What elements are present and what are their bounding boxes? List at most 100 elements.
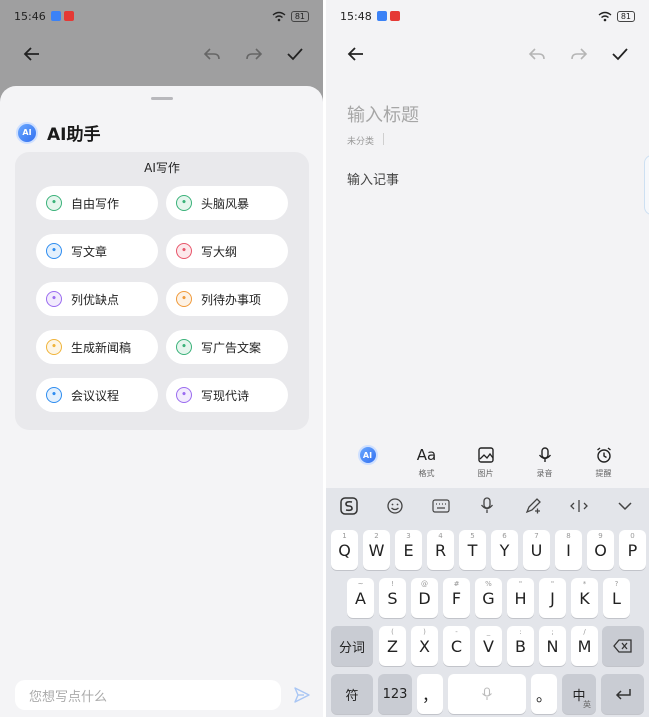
key-hint: ( [391,628,394,636]
chip-9[interactable]: • 会议议程 [36,378,158,412]
ai-assistant-title: AI助手 [47,125,101,145]
voice-input-icon[interactable] [464,488,510,524]
redo-icon[interactable] [242,42,266,66]
key-m[interactable]: / M [571,626,598,666]
key-b[interactable]: :B [507,626,534,666]
confirm-check-icon[interactable] [608,42,632,66]
tool-record-label: 录音 [536,469,553,478]
redo-icon[interactable] [567,42,591,66]
key-h[interactable]: " H [507,578,534,618]
tool-reminder[interactable]: 提醒 [574,444,633,479]
right-screen: 15:48 81 输入标题 未分类 输入记事 AI Aa 格式 图片 录音 提醒… [326,0,649,717]
chip-10[interactable]: • 写现代诗 [166,378,288,412]
keyboard-layout-icon[interactable] [418,488,464,524]
key-label: U [530,540,543,560]
key-u[interactable]: 7U [523,530,550,570]
key-z[interactable]: (Z [379,626,406,666]
editor-toolbar [0,32,323,76]
chip-1[interactable]: • 自由写作 [36,186,158,220]
key-o[interactable]: 9O [587,530,614,570]
key-hint: 8 [566,532,571,540]
key-comma[interactable]: ， [417,674,443,714]
key-t[interactable]: 5T [459,530,486,570]
chip-label: 写文章 [71,244,108,259]
key-q[interactable]: 1Q [331,530,358,570]
battery-indicator: 81 [616,10,635,22]
undo-icon[interactable] [525,42,549,66]
ai-prompt-placeholder: 您想写点什么 [29,689,108,705]
chip-label: 会议议程 [71,388,120,403]
chip-4[interactable]: • 写大纲 [166,234,288,268]
handwriting-icon[interactable] [510,488,556,524]
alarm-clock-icon [596,447,611,463]
tool-ai-assistant[interactable]: AI [338,444,397,466]
category-label[interactable]: 未分类 [347,134,374,147]
ai-writing-card: AI写作 • 自由写作 • 头脑风暴 • 写文章 • 写大纲 • 列优缺点 • 列待办事项 • 生成新闻稿… [15,152,309,430]
sheet-drag-handle[interactable] [151,97,173,100]
tool-format[interactable]: Aa 格式 [397,444,456,479]
confirm-check-icon[interactable] [283,42,307,66]
key-enter[interactable] [601,674,644,714]
chip-label: 写大纲 [201,244,238,259]
key-f[interactable]: # F [443,578,470,618]
key-j[interactable]: " J [539,578,566,618]
key-l[interactable]: ? L [603,578,630,618]
key-s[interactable]: ! S [379,578,406,618]
megaphone-icon: • [176,339,192,355]
key-k[interactable]: * K [571,578,598,618]
wifi-icon [272,11,286,21]
cursor-move-icon[interactable] [556,488,602,524]
key-y[interactable]: 6Y [491,530,518,570]
left-screen: 15:46 81 AI AI助手 AI写作 • 自由写作 • 头脑风暴 • 写文章 • 写大纲… [0,0,323,717]
tool-image-label: 图片 [477,469,494,478]
key-p[interactable]: 0P [619,530,646,570]
send-icon[interactable] [293,686,311,704]
key-lang-switch[interactable]: 中英 [562,674,596,714]
key-e[interactable]: 3E [395,530,422,570]
status-bar: 15:48 81 [326,0,649,32]
key-w[interactable]: 2W [363,530,390,570]
chip-8[interactable]: • 写广告文案 [166,330,288,364]
key-a[interactable]: ~ A [347,578,374,618]
key-c[interactable]: -C [443,626,470,666]
microphone-icon [538,447,551,462]
key-space[interactable] [448,674,526,714]
key-hint: # [453,580,460,588]
key-period[interactable]: 。 [531,674,557,714]
chip-7[interactable]: • 生成新闻稿 [36,330,158,364]
note-body-input[interactable]: 输入记事 [347,169,399,188]
key-lang-sub: 英 [583,700,591,709]
chip-label: 头脑风暴 [201,196,250,211]
key-v[interactable]: _ V [475,626,502,666]
key-fenci[interactable]: 分词 [331,626,373,666]
tool-record[interactable]: 录音 [515,444,574,479]
key-d[interactable]: @ D [411,578,438,618]
edit-document-icon: • [46,243,62,259]
key-label: N [546,636,559,656]
back-arrow-icon[interactable] [20,42,44,66]
key-label: 符 [345,688,359,704]
chip-2[interactable]: • 头脑风暴 [166,186,288,220]
chip-3[interactable]: • 写文章 [36,234,158,268]
key-g[interactable]: % G [475,578,502,618]
space-voice-icon [482,687,492,700]
note-title-input[interactable]: 输入标题 [347,101,419,127]
key-x[interactable]: ) X [411,626,438,666]
key-label: T [467,540,478,560]
key-i[interactable]: 8I [555,530,582,570]
side-edge-tab[interactable] [644,155,649,215]
chip-5[interactable]: • 列优缺点 [36,282,158,316]
emoji-icon[interactable] [372,488,418,524]
key-r[interactable]: 4R [427,530,454,570]
tool-image[interactable]: 图片 [456,444,515,479]
key-n[interactable]: ; N [539,626,566,666]
chip-6[interactable]: • 列待办事项 [166,282,288,316]
back-arrow-icon[interactable] [344,42,368,66]
collapse-keyboard-icon[interactable] [602,488,648,524]
key-123[interactable]: 123 [378,674,412,714]
undo-icon[interactable] [200,42,224,66]
key-symbols[interactable]: 符 [331,674,373,714]
ai-prompt-input[interactable]: 您想写点什么 [15,680,281,710]
sogou-logo-icon[interactable] [326,488,372,524]
key-backspace[interactable] [602,626,644,666]
